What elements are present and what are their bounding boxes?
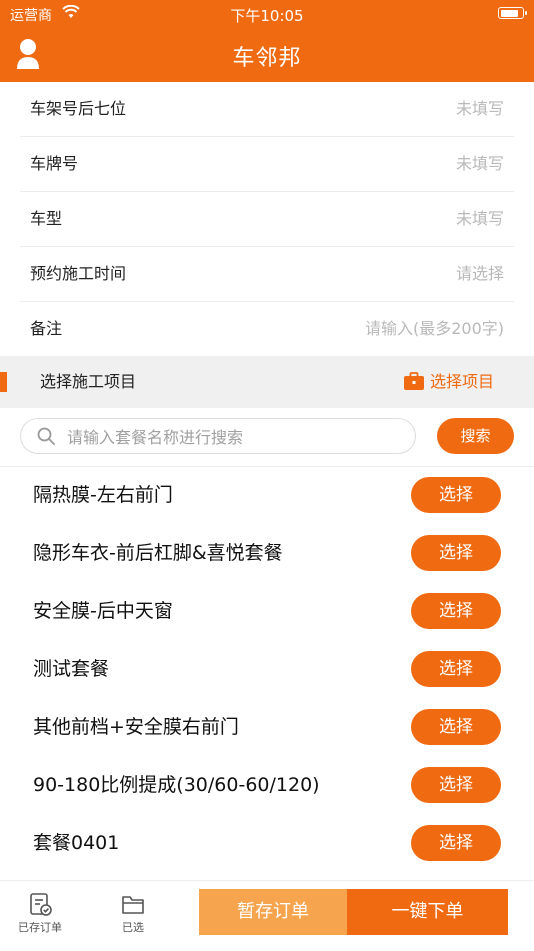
app-header: 运营商 下午10:05 车邻邦: [0, 0, 534, 82]
list-item: 其他前档+安全膜右前门 选择: [0, 698, 534, 756]
vin-row[interactable]: 车架号后七位 未填写: [20, 82, 514, 137]
appointment-row[interactable]: 预约施工时间 请选择: [20, 247, 514, 302]
list-item: 隐形车衣-前后杠脚&喜悦套餐 选择: [0, 524, 534, 582]
select-button[interactable]: 选择: [411, 477, 501, 513]
page-title: 车邻邦: [232, 46, 302, 71]
section-accent-bar: [0, 372, 7, 392]
order-form: 车架号后七位 未填写 车牌号 未填写 车型 未填写 预约施工时间 请选择 备注 …: [0, 82, 534, 356]
package-list: 隔热膜-左右前门 选择 隐形车衣-前后杠脚&喜悦套餐 选择 安全膜-后中天窗 选…: [0, 466, 534, 872]
select-project-button[interactable]: 选择项目: [403, 356, 494, 408]
search-input[interactable]: [65, 419, 409, 455]
search-button[interactable]: 搜索: [437, 418, 514, 454]
folder-icon: [122, 896, 144, 914]
package-name: 90-180比例提成(30/60-60/120): [33, 774, 320, 796]
package-name: 其他前档+安全膜右前门: [33, 716, 239, 738]
project-section-header: 选择施工项目 选择项目: [0, 356, 534, 408]
section-title: 选择施工项目: [40, 372, 137, 391]
plate-row[interactable]: 车牌号 未填写: [20, 137, 514, 192]
select-button[interactable]: 选择: [411, 593, 501, 629]
vin-label: 车架号后七位: [30, 99, 127, 118]
select-project-label: 选择项目: [429, 372, 494, 391]
list-item: 90-180比例提成(30/60-60/120) 选择: [0, 756, 534, 814]
status-bar: 运营商 下午10:05: [0, 0, 534, 28]
save-order-button[interactable]: 暂存订单: [199, 889, 347, 935]
select-button[interactable]: 选择: [411, 825, 501, 861]
list-item: 测试套餐 选择: [0, 640, 534, 698]
list-item: 套餐0401 选择: [0, 814, 534, 872]
saved-orders-label: 已存订单: [18, 921, 62, 934]
package-name: 隔热膜-左右前门: [33, 484, 173, 506]
select-button[interactable]: 选择: [411, 651, 501, 687]
select-button[interactable]: 选择: [411, 709, 501, 745]
appointment-value: 请选择: [455, 264, 504, 283]
plate-value: 未填写: [455, 154, 504, 173]
appointment-label: 预约施工时间: [30, 264, 127, 283]
list-item: 安全膜-后中天窗 选择: [0, 582, 534, 640]
saved-orders-icon: [30, 893, 52, 916]
model-value: 未填写: [455, 209, 504, 228]
select-button[interactable]: 选择: [411, 767, 501, 803]
place-order-button[interactable]: 一键下单: [347, 889, 508, 935]
search-icon: [37, 427, 55, 445]
selected-tab[interactable]: 已选: [103, 891, 163, 935]
selected-label: 已选: [122, 921, 144, 934]
select-button[interactable]: 选择: [411, 535, 501, 571]
plate-label: 车牌号: [30, 154, 79, 173]
model-row[interactable]: 车型 未填写: [20, 192, 514, 247]
battery-icon: [498, 7, 527, 19]
bottom-bar: 已存订单 已选 暂存订单 一键下单: [0, 880, 534, 951]
saved-orders-tab[interactable]: 已存订单: [10, 891, 70, 935]
package-name: 套餐0401: [33, 832, 120, 854]
remark-label: 备注: [30, 319, 63, 338]
vin-value: 未填写: [455, 99, 504, 118]
model-label: 车型: [30, 209, 63, 228]
remark-row[interactable]: 备注 请输入(最多200字): [20, 302, 514, 356]
search-box[interactable]: [20, 418, 416, 455]
status-time: 下午10:05: [230, 7, 304, 25]
package-name: 安全膜-后中天窗: [33, 600, 173, 622]
list-item: 隔热膜-左右前门 选择: [0, 466, 534, 524]
briefcase-icon: [403, 372, 424, 390]
search-bar: 搜索: [0, 408, 534, 467]
package-name: 测试套餐: [33, 658, 110, 680]
package-name: 隐形车衣-前后杠脚&喜悦套餐: [33, 542, 283, 564]
remark-value: 请输入(最多200字): [364, 319, 504, 338]
